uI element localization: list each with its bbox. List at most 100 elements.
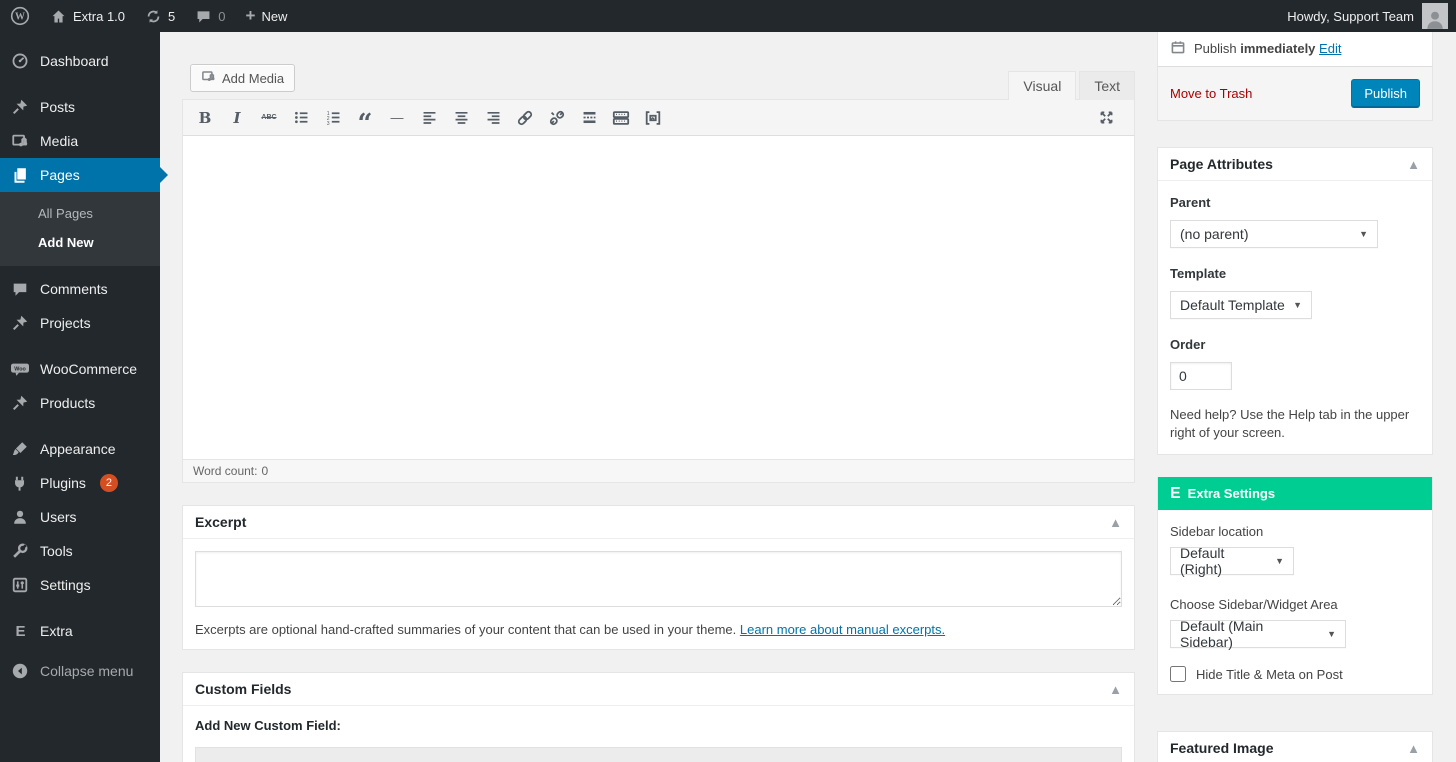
excerpt-title: Excerpt: [195, 514, 246, 530]
widget-area-value: Default (Main Sidebar): [1180, 618, 1319, 650]
collapse-toggle-icon[interactable]: ▲: [1407, 158, 1420, 171]
chevron-down-icon: ▼: [1293, 300, 1302, 310]
custom-fields-postbox: Custom Fields ▲ Add New Custom Field:: [182, 672, 1135, 762]
strikethrough-button[interactable]: ABC: [256, 105, 282, 131]
extra-logo-icon: E: [10, 621, 30, 641]
tab-visual[interactable]: Visual: [1008, 71, 1076, 100]
add-media-label: Add Media: [222, 71, 284, 86]
extra-settings-title: Extra Settings: [1188, 486, 1275, 501]
horizontal-rule-button[interactable]: —: [384, 105, 410, 131]
order-input[interactable]: [1170, 362, 1232, 390]
wrench-icon: [10, 541, 30, 561]
numbered-list-button[interactable]: 123: [320, 105, 346, 131]
sidebar-item-dashboard[interactable]: Dashboard: [0, 44, 160, 78]
sidebar-item-woocommerce[interactable]: Woo WooCommerce: [0, 352, 160, 386]
sidebar-item-projects[interactable]: Projects: [0, 306, 160, 340]
parent-select[interactable]: (no parent) ▼: [1170, 220, 1378, 248]
sidebar-item-label: Comments: [40, 281, 108, 297]
wysiwyg-editor: B I ABC 123 “ —: [182, 99, 1135, 483]
publish-immediately-text: Publish immediately Edit: [1194, 41, 1341, 56]
custom-fields-header[interactable]: Custom Fields ▲: [183, 673, 1134, 706]
wordpress-logo-menu[interactable]: W: [0, 0, 40, 32]
collapse-toggle-icon[interactable]: ▲: [1109, 516, 1122, 529]
hide-title-meta-checkbox[interactable]: [1170, 666, 1186, 682]
collapse-toggle-icon[interactable]: ▲: [1109, 683, 1122, 696]
sidebar-item-posts[interactable]: Posts: [0, 90, 160, 124]
site-name-menu[interactable]: Extra 1.0: [40, 0, 135, 32]
sidebar-item-users[interactable]: Users: [0, 500, 160, 534]
move-to-trash-link[interactable]: Move to Trash: [1170, 86, 1252, 101]
word-count-label: Word count:: [193, 464, 257, 478]
template-label: Template: [1170, 266, 1420, 281]
page-attributes-header[interactable]: Page Attributes ▲: [1158, 148, 1432, 181]
pages-icon: [10, 165, 30, 185]
collapse-toggle-icon[interactable]: ▲: [1407, 742, 1420, 755]
widget-area-label: Choose Sidebar/Widget Area: [1170, 597, 1420, 612]
template-select[interactable]: Default Template ▼: [1170, 291, 1312, 319]
extra-settings-header: E Extra Settings: [1158, 477, 1432, 510]
blockquote-button[interactable]: “: [352, 105, 378, 131]
excerpt-textarea[interactable]: [195, 551, 1122, 607]
collapse-arrow-icon: [10, 661, 30, 681]
more-tag-button[interactable]: [576, 105, 602, 131]
publish-button[interactable]: Publish: [1351, 79, 1420, 108]
edit-publish-time-link[interactable]: Edit: [1319, 41, 1341, 56]
editor-content-area[interactable]: [183, 136, 1134, 459]
plus-icon: +: [246, 6, 256, 26]
sidebar-item-plugins[interactable]: Plugins 2: [0, 466, 160, 500]
remove-link-button[interactable]: [544, 105, 570, 131]
align-right-button[interactable]: [480, 105, 506, 131]
sidebar-item-tools[interactable]: Tools: [0, 534, 160, 568]
add-media-button[interactable]: Add Media: [190, 64, 295, 92]
sidebar-item-pages[interactable]: Pages: [0, 158, 160, 192]
submenu-add-new[interactable]: Add New: [0, 228, 160, 257]
sidebar-item-products[interactable]: Products: [0, 386, 160, 420]
svg-text:Woo: Woo: [14, 366, 26, 372]
word-count-value: 0: [261, 464, 268, 478]
excerpt-header[interactable]: Excerpt ▲: [183, 506, 1134, 539]
tab-text[interactable]: Text: [1079, 71, 1135, 100]
fullscreen-expand-button[interactable]: [1093, 105, 1119, 131]
paintbrush-icon: [10, 439, 30, 459]
widget-area-select[interactable]: Default (Main Sidebar) ▼: [1170, 620, 1346, 648]
collapse-menu-button[interactable]: Collapse menu: [0, 654, 160, 688]
pushpin-icon: [10, 393, 30, 413]
sidebar-item-media[interactable]: Media: [0, 124, 160, 158]
sidebar-item-label: WooCommerce: [40, 361, 137, 377]
featured-image-header[interactable]: Featured Image ▲: [1158, 732, 1432, 762]
new-content-menu[interactable]: + New: [236, 0, 298, 32]
sidebar-item-label: Appearance: [40, 441, 116, 457]
bold-button[interactable]: B: [192, 105, 218, 131]
updates-menu[interactable]: 5: [135, 0, 185, 32]
insert-link-button[interactable]: [512, 105, 538, 131]
comments-menu[interactable]: 0: [185, 0, 235, 32]
plugins-update-badge: 2: [100, 474, 118, 492]
comment-count: 0: [218, 9, 225, 24]
sidebar-item-appearance[interactable]: Appearance: [0, 432, 160, 466]
sidebar-item-label: Extra: [40, 623, 73, 639]
sidebar-item-comments[interactable]: Comments: [0, 272, 160, 306]
home-icon: [50, 8, 67, 25]
sidebar-item-label: Collapse menu: [40, 663, 133, 679]
chevron-down-icon: ▼: [1327, 629, 1336, 639]
sidebar-item-settings[interactable]: Settings: [0, 568, 160, 602]
howdy-label: Howdy, Support Team: [1287, 9, 1414, 24]
toolbar-toggle-button[interactable]: [608, 105, 634, 131]
editor-column: Add Media Visual Text B I ABC 123: [182, 32, 1135, 762]
add-media-icon: [201, 69, 216, 87]
plugin-icon: [10, 473, 30, 493]
italic-button[interactable]: I: [224, 105, 250, 131]
sidebar-item-extra[interactable]: E Extra: [0, 614, 160, 648]
admin-sidebar: Dashboard Posts Media Pages All Pages Ad…: [0, 32, 160, 762]
extra-logo-icon: E: [1170, 485, 1180, 503]
chevron-down-icon: ▼: [1359, 229, 1368, 239]
align-center-button[interactable]: [448, 105, 474, 131]
sidebar-location-select[interactable]: Default (Right) ▼: [1170, 547, 1294, 575]
manual-excerpts-link[interactable]: Learn more about manual excerpts.: [740, 622, 945, 637]
submenu-all-pages[interactable]: All Pages: [0, 199, 160, 228]
account-menu[interactable]: Howdy, Support Team: [1287, 0, 1456, 32]
bullet-list-button[interactable]: [288, 105, 314, 131]
distraction-free-button[interactable]: [640, 105, 666, 131]
page-attributes-title: Page Attributes: [1170, 156, 1273, 172]
align-left-button[interactable]: [416, 105, 442, 131]
